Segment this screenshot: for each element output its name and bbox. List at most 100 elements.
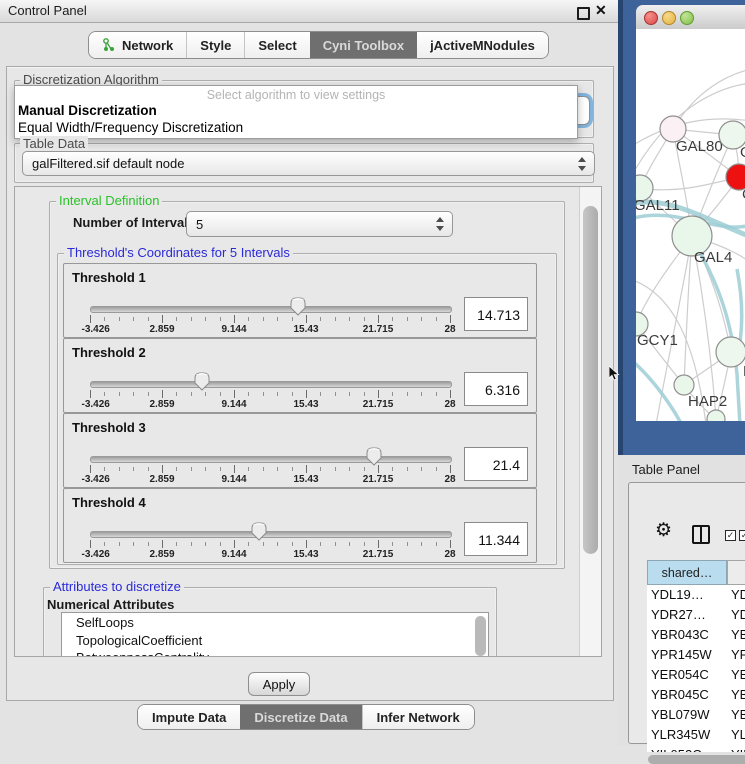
table-data-combobox[interactable]: galFiltered.sif default node xyxy=(22,151,595,176)
column-header-name[interactable]: n xyxy=(727,560,745,585)
checkbox-icon[interactable]: ✓ xyxy=(739,530,745,541)
control-panel-titlebar: Control Panel ✕ xyxy=(0,0,618,23)
tab-jactivemnodules[interactable]: jActiveMNodules xyxy=(417,32,548,58)
table-row[interactable]: YBR043CYBR0 xyxy=(647,625,745,645)
slider-thumb-handle[interactable] xyxy=(194,372,210,391)
cell-shared-name: YER054C xyxy=(651,665,709,685)
tab-style[interactable]: Style xyxy=(186,32,244,58)
tick-minor xyxy=(205,542,206,546)
slider-ticks xyxy=(90,540,450,549)
checkbox-icon[interactable]: ✓ xyxy=(725,530,736,541)
network-node[interactable] xyxy=(707,410,725,421)
table-data-value: galFiltered.sif default node xyxy=(32,156,184,171)
horizontal-scrollbar-thumb[interactable] xyxy=(648,755,745,764)
float-window-icon[interactable] xyxy=(577,7,590,20)
slider-track[interactable] xyxy=(90,381,452,388)
tick-label: 2.859 xyxy=(149,399,174,410)
slider-tick-labels: -3.4262.8599.14415.4321.71528 xyxy=(90,324,450,336)
minimize-traffic-light[interactable] xyxy=(662,11,676,25)
attribute-item[interactable]: BetweennessCentrality xyxy=(76,650,209,657)
column-layout-icon[interactable] xyxy=(692,525,710,544)
tick-minor xyxy=(148,467,149,471)
tick-major xyxy=(162,540,163,548)
scrollbar-thumb[interactable] xyxy=(583,206,598,554)
algorithm-option-manual[interactable]: Manual Discretization xyxy=(18,103,157,118)
tick-minor xyxy=(191,317,192,321)
gear-icon[interactable]: ⚙ xyxy=(655,521,672,540)
tick-label: 2.859 xyxy=(149,549,174,560)
column-header-shared[interactable]: shared… xyxy=(647,560,727,585)
tick-label: 2.859 xyxy=(149,324,174,335)
tick-minor xyxy=(205,392,206,396)
network-node-label: GCY1 xyxy=(637,332,678,349)
cell-shared-name: YDR27… xyxy=(651,605,706,625)
tab-select[interactable]: Select xyxy=(244,32,309,58)
table-row[interactable]: YDL19…YDL1 xyxy=(647,585,745,605)
algorithm-hint-option[interactable]: Select algorithm to view settings xyxy=(15,88,577,102)
slider-tick-labels: -3.4262.8599.14415.4321.71528 xyxy=(90,474,450,486)
table-row[interactable]: YBR045CYBR0 xyxy=(647,685,745,705)
slider-track[interactable] xyxy=(90,306,452,313)
tab-network-label: Network xyxy=(122,38,173,53)
tick-major xyxy=(378,315,379,323)
threshold-slider[interactable]: -3.4262.8599.14415.4321.71528 xyxy=(90,264,450,337)
tick-minor xyxy=(292,467,293,471)
tick-minor xyxy=(248,542,249,546)
cell-name: YIL0 xyxy=(731,745,745,752)
slider-track[interactable] xyxy=(90,456,452,463)
close-icon[interactable]: ✕ xyxy=(595,2,607,19)
tick-minor xyxy=(220,467,221,471)
slider-track[interactable] xyxy=(90,531,452,538)
scrollbar-track[interactable] xyxy=(579,187,602,656)
table-row[interactable]: YDR27…YDR2 xyxy=(647,605,745,625)
tab-cyni-toolbox[interactable]: Cyni Toolbox xyxy=(310,32,417,58)
table-row[interactable]: YPR145WYPR1 xyxy=(647,645,745,665)
slider-thumb-handle[interactable] xyxy=(290,297,306,316)
tab-impute-data[interactable]: Impute Data xyxy=(138,705,240,729)
tick-label: 21.715 xyxy=(363,324,394,335)
table-row[interactable]: YLR345WYLR3 xyxy=(647,725,745,745)
tick-minor xyxy=(364,467,365,471)
tab-network[interactable]: Network xyxy=(89,32,186,58)
threshold-slider[interactable]: -3.4262.8599.14415.4321.71528 xyxy=(90,339,450,412)
tick-minor xyxy=(119,317,120,321)
table-row[interactable]: YER054CYER0 xyxy=(647,665,745,685)
table-row[interactable]: YIL052CYIL0 xyxy=(647,745,745,752)
tick-minor xyxy=(191,467,192,471)
close-traffic-light[interactable] xyxy=(644,11,658,25)
network-node[interactable] xyxy=(716,337,745,367)
threshold-value-field[interactable]: 6.316 xyxy=(464,372,528,406)
tick-minor xyxy=(263,392,264,396)
interval-definition-title: Interval Definition xyxy=(56,193,162,208)
list-scrollbar[interactable] xyxy=(475,616,486,656)
threshold-panel: Threshold 3 -3.4262.8599.14415.4321.7152… xyxy=(63,413,537,488)
tab-discretize-data[interactable]: Discretize Data xyxy=(240,705,361,729)
tick-major xyxy=(378,390,379,398)
attribute-item[interactable]: TopologicalCoefficient xyxy=(76,633,202,648)
number-of-intervals-combobox[interactable]: 5 xyxy=(186,211,453,237)
threshold-slider[interactable]: -3.4262.8599.14415.4321.71528 xyxy=(90,414,450,487)
threshold-value-field[interactable]: 14.713 xyxy=(464,297,528,331)
threshold-value-field[interactable]: 21.4 xyxy=(464,447,528,481)
tab-infer-network[interactable]: Infer Network xyxy=(362,705,474,729)
table-panel: ⚙ ✓ ✓ shared… n YDL19…YDL1YDR27…YDR2YBR0… xyxy=(628,482,745,744)
tick-minor xyxy=(407,392,408,396)
network-edge[interactable] xyxy=(640,177,739,190)
table-data-title: Table Data xyxy=(20,136,88,151)
tick-minor xyxy=(148,392,149,396)
network-node[interactable] xyxy=(674,375,694,395)
zoom-traffic-light[interactable] xyxy=(680,11,694,25)
algorithm-option-equal-width[interactable]: Equal Width/Frequency Discretization xyxy=(18,120,243,135)
slider-thumb-handle[interactable] xyxy=(366,447,382,466)
tick-minor xyxy=(176,392,177,396)
apply-button[interactable]: Apply xyxy=(248,672,310,696)
attribute-item[interactable]: SelfLoops xyxy=(76,615,134,630)
settings-scrollpane: Interval Definition Number of Intervals … xyxy=(14,186,602,657)
table-row[interactable]: YBL079WYBL0 xyxy=(647,705,745,725)
threshold-value-field[interactable]: 11.344 xyxy=(464,522,528,556)
threshold-slider[interactable]: -3.4262.8599.14415.4321.71528 xyxy=(90,489,450,562)
network-canvas[interactable]: GAL80GCGAL11GAL4GCY1HHAP2 xyxy=(636,29,745,421)
slider-thumb-handle[interactable] xyxy=(251,522,267,541)
tick-minor xyxy=(220,317,221,321)
tick-minor xyxy=(248,467,249,471)
